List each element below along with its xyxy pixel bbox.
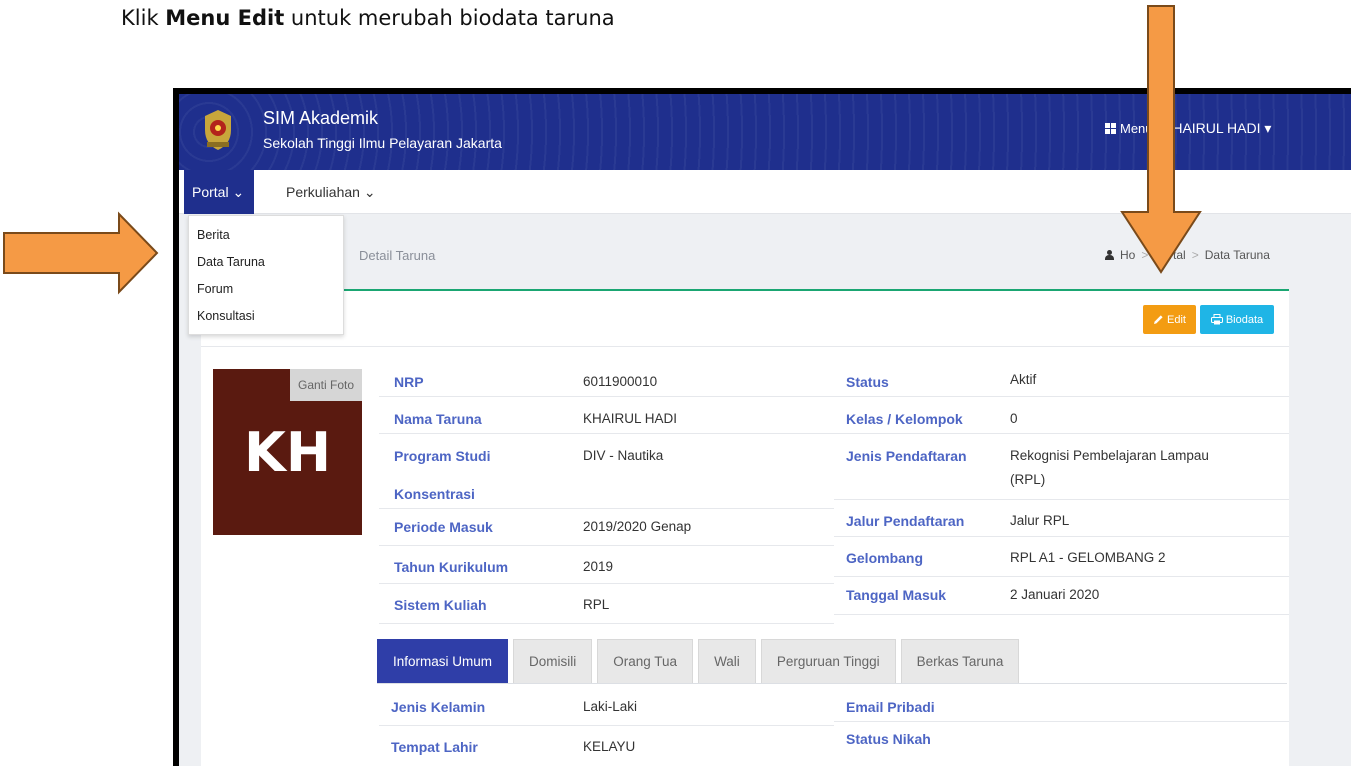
field-label: Konsentrasi [394,486,475,502]
field-label: Gelombang [846,550,924,566]
app-subtitle: Sekolah Tinggi Ilmu Pelayaran Jakarta [263,135,502,151]
main-navbar: Portal ⌄ Perkuliahan ⌄ [179,170,1351,214]
breadcrumb-current: Data Taruna [1204,248,1270,262]
field-value: RPL A1 - GELOMBANG 2 [1010,550,1166,565]
detail-tabs: Informasi Umum Domisili Orang Tua Wali P… [377,639,1020,683]
field-label: Nama Taruna [394,411,482,427]
menu-label: Menu [1120,121,1153,136]
field-value: 6011900010 [583,374,658,389]
home-user-icon [1105,250,1114,260]
edit-button[interactable]: Edit [1143,305,1196,334]
row-divider [379,396,834,397]
field-value: KHAIRUL HADI [583,411,678,426]
grid-menu-icon [1105,123,1116,134]
portal-dropdown: Berita Data Taruna Forum Konsultasi [188,215,344,335]
taruna-detail-card: Edit Biodata KH Ganti Foto NRP 601190001… [201,289,1289,766]
field-value: DIV - Nautika [583,448,664,463]
top-header: SIM Akademik Sekolah Tinggi Ilmu Pelayar… [179,94,1351,170]
pencil-icon [1154,315,1163,324]
tab-berkas-taruna[interactable]: Berkas Taruna [900,639,1020,683]
row-divider [834,576,1289,577]
print-icon [1210,314,1223,325]
row-divider [834,499,1289,500]
dropdown-item-berita[interactable]: Berita [189,222,343,249]
breadcrumb-separator: > [1141,248,1149,262]
dropdown-item-forum[interactable]: Forum [189,276,343,303]
row-divider [834,614,1289,615]
field-label: Status Nikah [846,731,931,747]
field-label: NRP [394,374,424,390]
row-divider [379,725,834,726]
field-value: 2019 [583,559,614,574]
tabs-divider [377,683,1287,684]
row-divider [834,536,1289,537]
field-label: Jalur Pendaftaran [846,513,965,529]
field-label: Tanggal Masuk [846,587,947,603]
change-photo-button[interactable]: Ganti Foto [290,369,362,401]
field-value: Jalur RPL [1010,513,1070,528]
instruction-text: Klik Menu Edit untuk merubah biodata tar… [121,6,615,30]
field-value: RPL [583,597,610,612]
tab-perguruan-tinggi[interactable]: Perguruan Tinggi [760,639,896,683]
field-value: Rekognisi Pembelajaran Lampau [1010,448,1209,463]
breadcrumb-separator: > [1191,248,1199,262]
arrow-right-icon [3,211,159,295]
dropdown-item-data-taruna[interactable]: Data Taruna [189,249,343,276]
field-value: 0 [1010,411,1018,426]
user-menu-button[interactable]: KHAIRUL HADI ▾ [1163,120,1271,137]
row-divider [834,433,1289,434]
breadcrumb-home[interactable]: Ho [1120,248,1135,262]
edit-label: Edit [1167,313,1186,326]
nav-perkuliahan[interactable]: Perkuliahan ⌄ [274,170,388,214]
page-title: Detail Taruna [359,248,436,263]
field-label: Kelas / Kelompok [846,411,963,427]
row-divider [834,396,1289,397]
field-label: Jenis Kelamin [391,699,486,715]
biodata-button[interactable]: Biodata [1200,305,1274,334]
card-header: Edit Biodata [201,291,1289,347]
field-label: Jenis Pendaftaran [846,448,967,464]
field-value: 2 Januari 2020 [1010,587,1100,602]
biodata-label: Biodata [1225,313,1264,326]
field-label: Program Studi [394,448,491,464]
app-title: SIM Akademik [263,108,379,128]
dropdown-item-konsultasi[interactable]: Konsultasi [189,303,343,330]
field-label: Email Pribadi [846,699,935,715]
field-label: Status [846,374,889,390]
stip-logo-icon [205,110,231,150]
screenshot-frame: SIM Akademik Sekolah Tinggi Ilmu Pelayar… [173,88,1351,766]
row-divider [379,623,834,624]
field-label: Periode Masuk [394,519,493,535]
menu-button[interactable]: Menu [1105,121,1153,136]
breadcrumb: Ho > Portal > Data Taruna [1105,248,1270,262]
avatar-initials: KH [243,421,332,484]
tab-informasi-umum[interactable]: Informasi Umum [377,639,509,683]
field-label: Sistem Kuliah [394,597,487,613]
row-divider [379,583,834,584]
field-value: Aktif [1010,372,1037,387]
tab-wali[interactable]: Wali [698,639,756,683]
app-screen: SIM Akademik Sekolah Tinggi Ilmu Pelayar… [179,94,1351,766]
row-divider [379,433,834,434]
nav-portal[interactable]: Portal ⌄ [184,170,255,214]
page: Klik Menu Edit untuk merubah biodata tar… [0,0,1351,766]
field-label: Tempat Lahir [391,739,478,755]
tab-orang-tua[interactable]: Orang Tua [597,639,694,683]
field-value: KELAYU [583,739,636,754]
field-label: Tahun Kurikulum [394,559,509,575]
row-divider [379,508,834,509]
breadcrumb-portal[interactable]: Portal [1154,248,1185,262]
field-value: Laki-Laki [583,699,638,714]
row-divider [834,721,1289,722]
tab-domisili[interactable]: Domisili [513,639,593,683]
profile-photo: KH Ganti Foto [213,369,362,535]
field-value: 2019/2020 Genap [583,519,692,534]
row-divider [379,545,834,546]
field-value-continued: (RPL) [1010,472,1046,487]
